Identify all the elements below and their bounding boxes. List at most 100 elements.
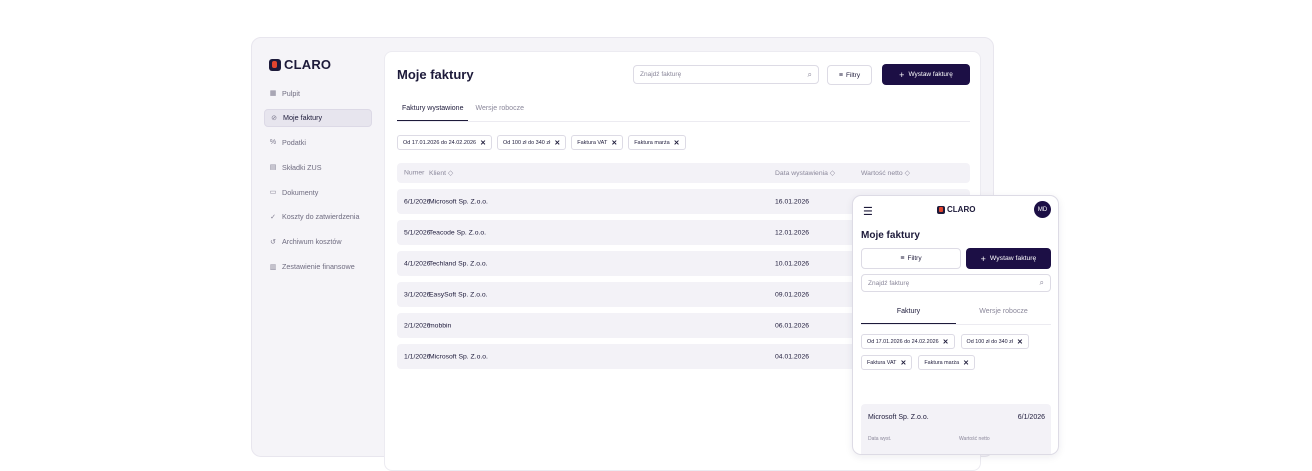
remove-filter-icon[interactable]: ✕ [480, 139, 486, 147]
cell-date: 10.01.2026 [775, 260, 810, 267]
cell-client: Microsoft Sp. Z.o.o. [429, 198, 488, 205]
header-net-value[interactable]: Wartość netto ◇ [861, 169, 910, 177]
sidebar-item-0[interactable]: ▦ Pulpit [264, 84, 372, 102]
sidebar-item-label: Moje faktury [283, 113, 323, 123]
issue-invoice-button[interactable]: + Wystaw fakturę [882, 64, 970, 85]
mobile-search-placeholder: Znajdź fakturę [868, 279, 910, 287]
filter-chip-label: Faktura VAT [867, 359, 897, 366]
mobile-invoice-card[interactable]: Microsoft Sp. Z.o.o. 6/1/2026 Data wyst.… [861, 404, 1051, 454]
avatar[interactable]: MD [1034, 201, 1051, 218]
cell-number: 4/1/2026 [404, 260, 431, 267]
sidebar: CLARO ▦ Pulpit ⊘ Moje faktury% Podatki ▤ Skład… [252, 38, 380, 456]
mobile-tab-drafts[interactable]: Wersje robocze [956, 302, 1051, 324]
brand-name: CLARO [284, 57, 332, 72]
mobile-filter-button[interactable]: ≡ Filtry [861, 248, 961, 269]
sidebar-item-4[interactable]: ▭ Dokumenty [264, 183, 372, 201]
sidebar-item-2[interactable]: % Podatki [264, 134, 372, 152]
check-icon: ✓ [270, 213, 276, 221]
cell-client: Teacode Sp. Z.o.o. [429, 229, 487, 236]
invoice-tabs: Faktury wystawione Wersje robocze [397, 100, 970, 122]
filter-icon: ≡ [838, 71, 843, 79]
filter-chip[interactable]: Od 17.01.2026 do 24.02.2026 ✕ [397, 135, 492, 150]
search-input[interactable]: Znajdź fakturę ⌕ [633, 65, 819, 84]
document-icon: ▭ [269, 189, 277, 197]
tab-drafts[interactable]: Wersje robocze [470, 100, 529, 121]
brand-logo[interactable]: CLARO [269, 57, 331, 72]
mobile-preview: ☰ CLARO MD Moje faktury ≡ Filtry + Wysta… [852, 195, 1059, 455]
sidebar-item-label: Składki ZUS [282, 162, 322, 172]
mobile-search-input[interactable]: Znajdź fakturę ⌕ [861, 274, 1051, 292]
filter-chip-label: Od 100 zł do 340 zł [502, 139, 551, 146]
sidebar-item-label: Dokumenty [282, 187, 319, 197]
header-client[interactable]: Klient ◇ [429, 169, 453, 177]
mobile-issue-invoice-button[interactable]: + Wystaw fakturę [966, 248, 1051, 269]
sidebar-item-label: Pulpit [282, 88, 300, 98]
sidebar-item-label: Koszty do zatwierdzenia [282, 212, 360, 222]
mobile-issue-invoice-label: Wystaw fakturę [989, 255, 1037, 262]
cell-date: 12.01.2026 [775, 229, 810, 236]
filter-chip-label: Od 100 zł do 340 zł [966, 338, 1013, 345]
chart-icon: ▥ [269, 263, 277, 271]
cell-number: 2/1/2026 [404, 322, 431, 329]
sidebar-item-1[interactable]: ⊘ Moje faktury [264, 108, 372, 127]
tab-issued-invoices[interactable]: Faktury wystawione [397, 100, 469, 121]
remove-filter-icon[interactable]: ✕ [611, 139, 617, 147]
filter-button-label: Filtry [846, 71, 861, 79]
filter-chip[interactable]: Faktura marża ✕ [628, 135, 686, 150]
remove-filter-icon[interactable]: ✕ [1017, 338, 1023, 346]
mobile-filter-label: Filtry [907, 255, 922, 262]
card-number: 6/1/2026 [1017, 414, 1045, 421]
cell-client: mobbin [429, 322, 452, 329]
search-icon: ⌕ [1039, 278, 1044, 287]
card-client: Microsoft Sp. Z.o.o. [868, 414, 929, 421]
remove-filter-icon[interactable]: ✕ [674, 139, 680, 147]
remove-filter-icon[interactable]: ✕ [900, 359, 906, 367]
filter-chip[interactable]: Faktura marża ✕ [918, 355, 975, 370]
mobile-tabs: Faktury Wersje robocze [861, 302, 1051, 325]
filter-button[interactable]: ≡ Filtry [827, 65, 872, 85]
claro-logo-icon [269, 58, 281, 71]
issue-invoice-label: Wystaw fakturę [908, 71, 953, 78]
cell-date: 16.01.2026 [775, 198, 810, 205]
invoice-icon: ⊘ [271, 114, 277, 122]
cell-client: EasySoft Sp. Z.o.o. [429, 291, 488, 298]
grid-icon: ▦ [269, 90, 277, 97]
filter-chip-label: Faktura marża [634, 139, 670, 146]
filter-icon: ≡ [900, 255, 905, 262]
cell-number: 5/1/2026 [404, 229, 431, 236]
header-date[interactable]: Data wystawienia ◇ [775, 169, 835, 177]
calculator-icon: ▤ [269, 164, 277, 172]
mobile-brand-logo[interactable]: CLARO [937, 205, 975, 214]
mobile-tab-invoices[interactable]: Faktury [861, 302, 956, 324]
table-header: Numer Klient ◇ Data wystawienia ◇ Wartoś… [397, 163, 970, 183]
search-placeholder: Znajdź fakturę [640, 71, 682, 78]
filter-chip[interactable]: Od 17.01.2026 do 24.02.2026 ✕ [861, 334, 955, 349]
cell-number: 1/1/2026 [404, 353, 431, 360]
sidebar-item-5[interactable]: ✓ Koszty do zatwierdzenia [264, 208, 372, 226]
remove-filter-icon[interactable]: ✕ [554, 139, 560, 147]
cell-number: 3/1/2026 [404, 291, 431, 298]
card-date-label: Data wyst. [868, 436, 892, 442]
card-value-label: Wartość netto [959, 436, 990, 442]
filter-chip[interactable]: Faktura VAT ✕ [571, 135, 624, 150]
sidebar-item-3[interactable]: ▤ Składki ZUS [264, 158, 372, 176]
cell-number: 6/1/2026 [404, 198, 431, 205]
remove-filter-icon[interactable]: ✕ [943, 338, 949, 346]
header-number[interactable]: Numer [404, 170, 424, 177]
plus-icon: + [980, 253, 986, 264]
sidebar-item-label: Podatki [282, 138, 306, 148]
sidebar-item-label: Zestawienie finansowe [282, 262, 355, 272]
filter-chip-label: Faktura VAT [577, 139, 608, 146]
filter-chip[interactable]: Faktura VAT ✕ [861, 355, 913, 370]
remove-filter-icon[interactable]: ✕ [963, 359, 969, 367]
sidebar-item-6[interactable]: ↺ Archiwum kosztów [264, 233, 372, 251]
filter-chip[interactable]: Od 100 zł do 340 zł ✕ [960, 334, 1029, 349]
sidebar-item-7[interactable]: ▥ Zestawienie finansowe [264, 258, 372, 276]
filter-chip-label: Od 17.01.2026 do 24.02.2026 [403, 139, 477, 146]
hamburger-menu-icon[interactable]: ☰ [863, 205, 873, 218]
filter-chip[interactable]: Od 100 zł do 340 zł ✕ [496, 135, 567, 150]
percent-icon: % [269, 139, 277, 147]
cell-date: 06.01.2026 [775, 322, 810, 329]
mobile-brand-name: CLARO [947, 205, 976, 214]
active-filters: Od 17.01.2026 do 24.02.2026 ✕ Od 100 zł do… [397, 135, 686, 150]
